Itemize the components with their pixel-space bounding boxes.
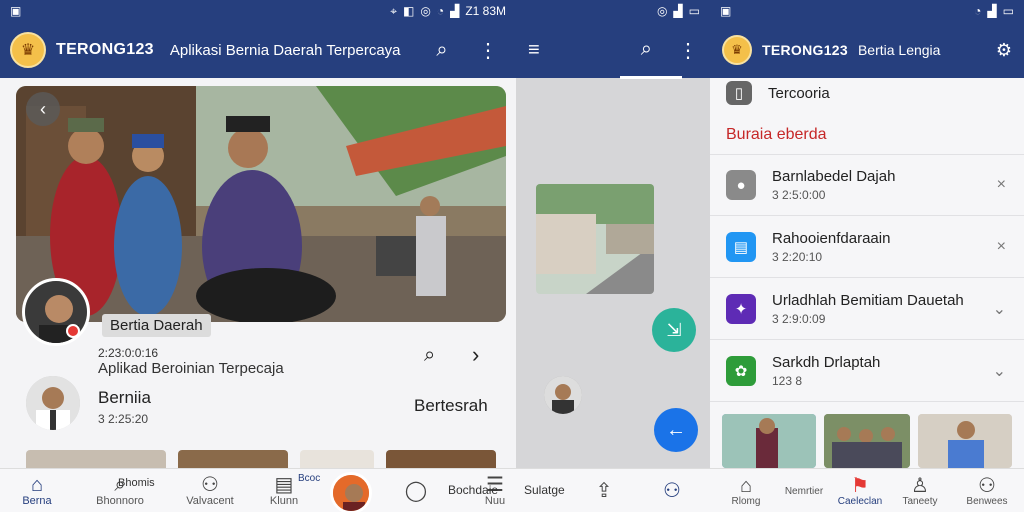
flag-icon: ⚑ bbox=[851, 474, 869, 497]
mid-app-bar: ≡ ⌕ ⋮ bbox=[516, 22, 710, 78]
list-item[interactable]: ✿ Sarkdh Drlaptah 123 8 ⌄ bbox=[710, 340, 1024, 402]
wifi-icon: ◔ bbox=[436, 4, 445, 18]
section-title: Buraia eberda bbox=[726, 126, 827, 143]
status-bar-mid: ◎ ▟ ▭ bbox=[516, 0, 710, 22]
battery-icon: ▭ bbox=[1002, 4, 1014, 18]
chat-icon: ◯ bbox=[404, 480, 428, 502]
signal-icon: ▟ bbox=[450, 4, 460, 18]
search-icon[interactable]: ⌕ bbox=[424, 32, 460, 68]
profile-subtitle: Aplikad Beroinian Terpecaja bbox=[98, 360, 284, 377]
nav-docs-tiny: Bcoc bbox=[298, 473, 321, 484]
back-button[interactable]: ‹ bbox=[26, 92, 60, 126]
app-logo: ♛ bbox=[722, 35, 752, 65]
share-fab[interactable]: ⇲ bbox=[652, 308, 696, 352]
active-tab-indicator bbox=[620, 76, 682, 79]
home-icon: ⌂ bbox=[739, 474, 753, 497]
app-logo: ♛ bbox=[10, 32, 46, 68]
account-icon: ⚇ bbox=[978, 474, 996, 497]
signal-icon: ▟ bbox=[673, 4, 683, 18]
list-item[interactable]: ✦ Urladhlah Bemitiam Dauetah 3 2:9:0:09 ⌄ bbox=[710, 278, 1024, 340]
more-icon[interactable]: ⋮ bbox=[678, 38, 698, 63]
doc-icon: ▤ bbox=[726, 231, 756, 262]
nav-account[interactable]: ⚇ Benwees bbox=[960, 469, 1014, 512]
user-icon: ⚇ bbox=[201, 474, 219, 496]
card-title[interactable]: Berniia bbox=[98, 388, 151, 408]
nav-collection[interactable]: ⚑ Caeleclan bbox=[834, 469, 886, 512]
nav-person[interactable]: ♙ Taneety bbox=[894, 469, 946, 512]
app-tagline: Aplikasi Bernia Daerah Terpercaya bbox=[169, 41, 401, 59]
card-avatar[interactable] bbox=[26, 376, 80, 430]
nav-chat-label: Bochdaie bbox=[448, 483, 499, 497]
sim-icon: ▣ bbox=[720, 4, 732, 18]
circle-icon: ● bbox=[726, 170, 756, 200]
share-icon: ⇪ bbox=[595, 480, 613, 502]
status-bar-right: ▣ ◔ ▟ ▭ bbox=[710, 0, 1024, 22]
tablet-icon: ▯ bbox=[726, 81, 752, 105]
right-bottom-nav: ⌂ Rlomg Nemrtier ⚑ Caeleclan ♙ Taneety ⚇… bbox=[710, 468, 1024, 512]
nav-share[interactable]: ⇪ bbox=[584, 469, 624, 512]
thumb-strip[interactable] bbox=[722, 414, 1012, 468]
nav-chat[interactable]: ◯ bbox=[396, 469, 436, 512]
chevron-down-icon[interactable]: ⌄ bbox=[993, 299, 1006, 319]
list-item[interactable]: ▯ Tercooria bbox=[710, 78, 1024, 108]
settings-icon[interactable]: ⚙ bbox=[996, 40, 1012, 61]
sync-icon: ◎ bbox=[656, 4, 668, 18]
nav-news[interactable]: Nemrtier bbox=[780, 469, 828, 512]
close-icon[interactable]: × bbox=[997, 238, 1006, 256]
signal-icon: ▟ bbox=[987, 4, 997, 18]
close-icon[interactable]: × bbox=[997, 176, 1006, 194]
nav-search[interactable]: ⌕ Bhonnoro bbox=[90, 469, 150, 512]
nav-home[interactable]: ⌂ Berna bbox=[14, 469, 60, 512]
app-brand: TERONG123 bbox=[56, 41, 154, 58]
avatar[interactable] bbox=[544, 376, 582, 414]
app-bar: ♛ TERONG123 Aplikasi Bernia Daerah Terpe… bbox=[0, 22, 516, 78]
wifi-icon: ◔ bbox=[974, 4, 982, 18]
back-fab[interactable]: ← bbox=[654, 408, 698, 452]
avatar[interactable] bbox=[22, 278, 90, 346]
location-icon: ⌖ bbox=[390, 3, 397, 18]
nav-profile[interactable]: ⚇ bbox=[652, 469, 692, 512]
nav-home[interactable]: ⌂ Rlomg bbox=[724, 469, 768, 512]
news-list-panel: ♛ TERONG123 Bertia Lengia ⚙ ▯ Tercooria … bbox=[710, 22, 1024, 512]
doc-icon: ▤ bbox=[274, 474, 294, 496]
star-icon: ✦ bbox=[726, 293, 756, 324]
live-badge bbox=[66, 324, 80, 338]
profile-name: Bertia Daerah bbox=[102, 314, 211, 337]
sim-icon: ▣ bbox=[10, 4, 22, 18]
person-icon: ♙ bbox=[911, 474, 929, 497]
nav-user[interactable]: ⚇ Valvacent bbox=[180, 469, 240, 512]
explore-panel: ≡ ⌕ ⋮ ⇲ ← bbox=[516, 22, 710, 512]
chevron-down-icon[interactable]: ⌄ bbox=[993, 361, 1006, 381]
right-app-bar: ♛ TERONG123 Bertia Lengia ⚙ bbox=[710, 22, 1024, 78]
more-icon[interactable]: ⋮ bbox=[470, 32, 506, 68]
app-screens: ▣ ⌖ ◧ ◎ ◔ ▟ Z1 83M ◎ ▟ ▭ ▣ ◔ ▟ ▭ ♛ TERONG123… bbox=[0, 0, 1024, 512]
profile-date: 2:23:0:0:16 bbox=[98, 346, 159, 360]
flower-icon: ✿ bbox=[726, 355, 756, 386]
card-meta: 3 2:25:20 bbox=[98, 412, 149, 426]
list-item[interactable]: ▤ Rahooienfdaraain 3 2:20:10 × bbox=[710, 216, 1024, 278]
battery-icon: ▭ bbox=[688, 4, 700, 18]
mid-thumbnail[interactable] bbox=[536, 184, 654, 294]
status-time: Z1 83M bbox=[465, 4, 506, 18]
app-tagline: Bertia Lengia bbox=[857, 42, 941, 58]
app-brand: TERONG123 bbox=[762, 42, 848, 58]
profile-avatar-center[interactable] bbox=[330, 472, 372, 512]
feed-panel: ♛ TERONG123 Aplikasi Bernia Daerah Terpe… bbox=[0, 22, 516, 512]
list-item[interactable]: ● Barnlabedel Dajah 3 2:5:0:00 × bbox=[710, 154, 1024, 216]
profile-icon: ⚇ bbox=[663, 480, 681, 502]
alarm-icon: ◎ bbox=[420, 4, 431, 18]
hero-image[interactable] bbox=[16, 86, 506, 322]
card-right-label[interactable]: Bertesrah bbox=[414, 396, 488, 416]
nav-nuu-label: Sulatge bbox=[524, 483, 565, 497]
nfc-icon: ◧ bbox=[403, 4, 415, 18]
chevron-right-icon[interactable]: › bbox=[472, 342, 479, 368]
search-icon[interactable]: ⌕ bbox=[424, 344, 435, 367]
search-icon[interactable]: ⌕ bbox=[641, 38, 652, 63]
home-icon: ⌂ bbox=[30, 474, 44, 496]
status-bar-left: ▣ ⌖ ◧ ◎ ◔ ▟ Z1 83M bbox=[0, 0, 516, 22]
menu-icon[interactable]: ≡ bbox=[528, 39, 540, 62]
nav-search-tiny: Bhomis bbox=[118, 477, 155, 489]
